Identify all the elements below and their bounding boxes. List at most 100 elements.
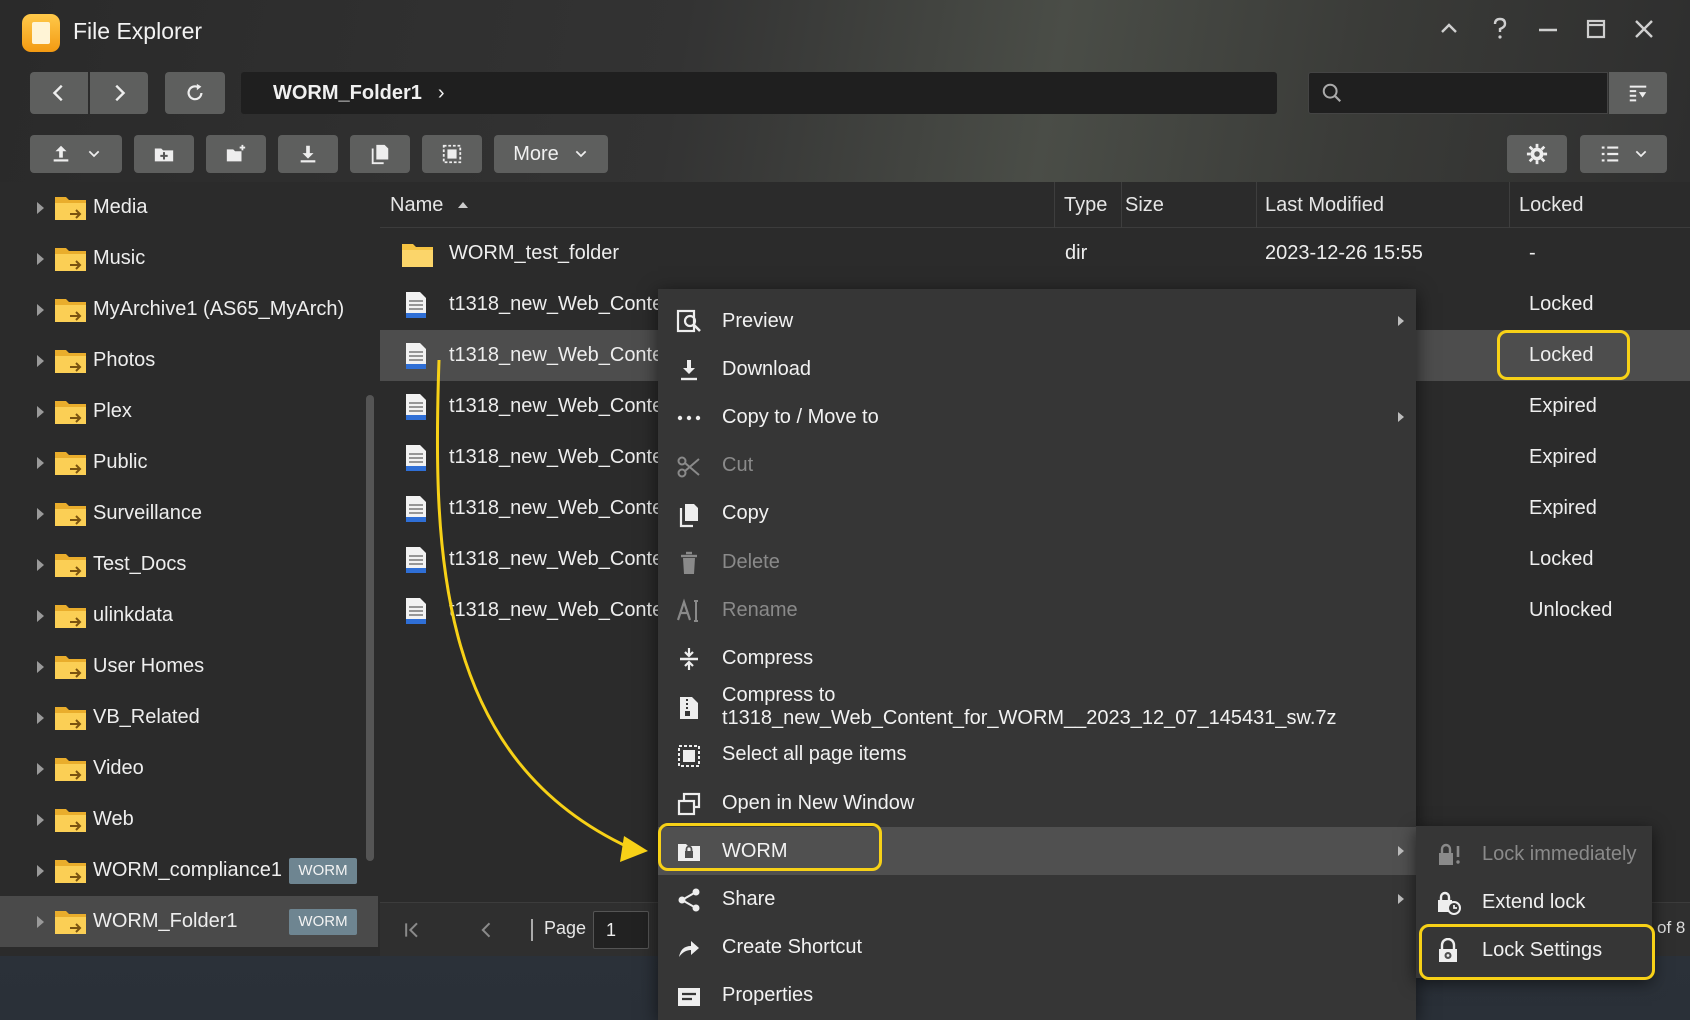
search-input[interactable] <box>1355 79 1595 107</box>
preview-icon <box>676 309 702 335</box>
sidebar-item[interactable]: Surveillance <box>0 488 378 539</box>
context-menu-item[interactable]: Properties <box>658 972 1416 1020</box>
page-number-input[interactable]: 1 <box>593 911 649 949</box>
search-options-button[interactable] <box>1609 72 1667 114</box>
window-title: File Explorer <box>73 18 203 44</box>
close-icon[interactable] <box>1624 14 1664 50</box>
breadcrumb[interactable]: WORM_Folder1 › <box>241 72 1277 114</box>
shared-folder-icon <box>54 243 87 273</box>
sidebar-item[interactable]: MyArchive1 (AS65_MyArch) <box>0 284 378 335</box>
sort-ascending-icon <box>457 202 468 208</box>
submenu-arrow-icon <box>1398 846 1404 857</box>
maximize-icon[interactable] <box>1576 14 1616 50</box>
cell-name: t1318_new_Web_Conten <box>449 446 675 468</box>
column-header-size[interactable]: Size <box>1125 182 1164 228</box>
column-header-type[interactable]: Type <box>1064 182 1107 228</box>
sidebar-item[interactable]: Media <box>0 182 378 233</box>
expand-arrow-icon[interactable] <box>37 762 44 775</box>
context-menu-item[interactable]: Copy to / Move to <box>658 393 1416 441</box>
download-button[interactable] <box>278 135 338 173</box>
file-icon <box>404 597 428 625</box>
worm-submenu-item[interactable]: Lock Settings <box>1416 926 1652 974</box>
expand-arrow-icon[interactable] <box>37 864 44 877</box>
expand-arrow-icon[interactable] <box>37 405 44 418</box>
context-menu-item[interactable]: Share <box>658 875 1416 923</box>
expand-arrow-icon[interactable] <box>37 303 44 316</box>
sidebar-item[interactable]: Music <box>0 233 378 284</box>
sidebar-item[interactable]: WORM_compliance1 WORM <box>0 845 378 896</box>
context-menu-item[interactable]: Open in New Window <box>658 779 1416 827</box>
back-button[interactable] <box>30 72 88 114</box>
column-header-name[interactable]: Name <box>390 182 469 228</box>
sidebar-item[interactable]: WORM_Folder1 WORM <box>0 896 378 947</box>
context-menu-item[interactable]: Cut <box>658 442 1416 490</box>
context-menu-item[interactable]: Compress <box>658 634 1416 682</box>
view-mode-button[interactable] <box>1580 135 1667 173</box>
search-icon <box>1322 83 1342 103</box>
column-header-locked[interactable]: Locked <box>1519 182 1584 228</box>
breadcrumb-current[interactable]: WORM_Folder1 <box>273 82 422 105</box>
help-icon[interactable] <box>1480 14 1520 50</box>
expand-arrow-icon[interactable] <box>37 507 44 520</box>
refresh-button[interactable] <box>165 72 225 114</box>
context-menu-item[interactable]: Rename <box>658 586 1416 634</box>
select-all-button[interactable] <box>422 135 482 173</box>
worm-submenu-item[interactable]: Lock immediately <box>1416 830 1652 878</box>
copy-button[interactable] <box>350 135 410 173</box>
expand-arrow-icon[interactable] <box>37 609 44 622</box>
expand-arrow-icon[interactable] <box>37 660 44 673</box>
shared-folder-icon <box>54 498 87 528</box>
settings-button[interactable] <box>1507 135 1567 173</box>
search-box[interactable] <box>1308 72 1608 114</box>
file-icon <box>404 393 428 421</box>
trash-icon <box>676 550 702 576</box>
lock-clock-icon <box>1436 890 1462 916</box>
sidebar-item[interactable]: Public <box>0 437 378 488</box>
collapse-icon[interactable] <box>1429 14 1469 50</box>
file-icon <box>404 291 428 319</box>
more-button[interactable]: More <box>494 135 608 173</box>
sidebar-item[interactable]: Video <box>0 743 378 794</box>
context-menu-item[interactable]: Compress to t1318_new_Web_Content_for_WO… <box>658 683 1416 731</box>
expand-arrow-icon[interactable] <box>37 813 44 826</box>
expand-arrow-icon[interactable] <box>37 201 44 214</box>
sidebar-item-label: ulinkdata <box>93 604 174 626</box>
context-menu-item[interactable]: Download <box>658 345 1416 393</box>
cell-type: dir <box>1065 242 1088 264</box>
expand-arrow-icon[interactable] <box>37 558 44 571</box>
expand-arrow-icon[interactable] <box>37 354 44 367</box>
context-menu-item[interactable]: Create Shortcut <box>658 924 1416 972</box>
worm-badge: WORM <box>289 909 357 935</box>
minimize-icon[interactable] <box>1528 14 1568 50</box>
context-menu-item-label: Cut <box>722 454 754 477</box>
worm-submenu-item[interactable]: Extend lock <box>1416 878 1652 926</box>
worm-submenu-item-label: Extend lock <box>1482 890 1586 913</box>
sidebar-item[interactable]: Test_Docs <box>0 539 378 590</box>
column-header-last-modified[interactable]: Last Modified <box>1265 182 1384 228</box>
sidebar-item[interactable]: Photos <box>0 335 378 386</box>
sidebar-item-label: Test_Docs <box>93 553 187 575</box>
sidebar-scrollbar[interactable] <box>366 395 374 861</box>
expand-arrow-icon[interactable] <box>37 252 44 265</box>
context-menu-item[interactable]: Copy <box>658 490 1416 538</box>
select-all-icon <box>442 144 462 164</box>
sidebar-item[interactable]: Plex <box>0 386 378 437</box>
sidebar-item[interactable]: Web <box>0 794 378 845</box>
expand-arrow-icon[interactable] <box>37 711 44 724</box>
previous-page-icon[interactable] <box>477 920 497 940</box>
sidebar-item[interactable]: User Homes <box>0 641 378 692</box>
sidebar-item[interactable]: VB_Related <box>0 692 378 743</box>
table-row[interactable]: WORM_test_folder dir 2023-12-26 15:55 - <box>380 228 1690 279</box>
context-menu-item[interactable]: Select all page items <box>658 731 1416 779</box>
new-shared-folder-button[interactable] <box>206 135 266 173</box>
first-page-icon[interactable] <box>402 920 422 940</box>
forward-button[interactable] <box>90 72 148 114</box>
expand-arrow-icon[interactable] <box>37 915 44 928</box>
sidebar-item[interactable]: ulinkdata <box>0 590 378 641</box>
context-menu-item[interactable]: WORM <box>658 827 1416 876</box>
new-folder-button[interactable] <box>134 135 194 173</box>
context-menu-item[interactable]: Preview <box>658 297 1416 345</box>
context-menu-item[interactable]: Delete <box>658 538 1416 586</box>
upload-button[interactable] <box>30 135 122 173</box>
expand-arrow-icon[interactable] <box>37 456 44 469</box>
